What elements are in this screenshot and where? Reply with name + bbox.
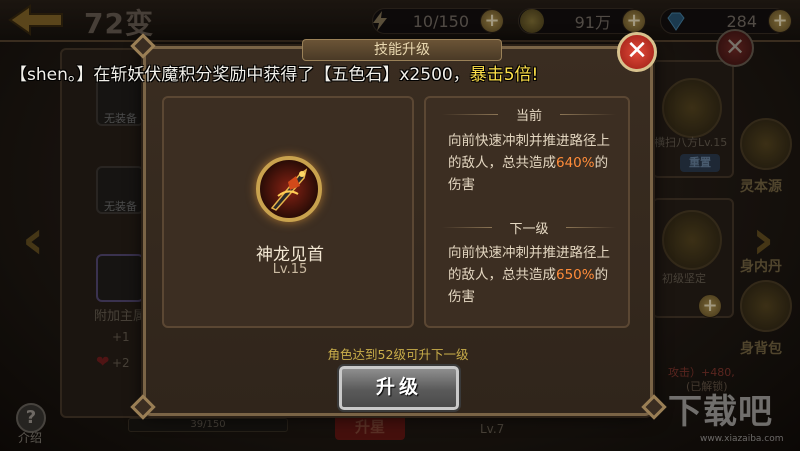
broadcast-part1: 【shen。】在斩妖伏魔积分奖励中获得了: [10, 65, 315, 85]
watermark-logo: 下载吧: [668, 392, 773, 432]
upgrade-button[interactable]: 升级: [339, 366, 459, 410]
game-screen: 72变 10/150 + 91万 + 284 + 无装备 无装备 附加主属 +1…: [0, 0, 800, 451]
broadcast-crit: 暴击5倍!: [469, 65, 539, 85]
skill-level: Lv.15: [272, 262, 308, 277]
skill-info-panel: 神龙见首 Lv.15: [162, 96, 414, 328]
current-effect-text: 向前快速冲刺并推进路径上的敌人，总共造成640%的伤害: [448, 133, 610, 193]
dragon-skill-icon: [256, 156, 322, 222]
current-damage-value: 640: [556, 155, 582, 171]
current-level-heading: 当前: [515, 109, 542, 124]
next-damage-value: 650: [556, 267, 582, 283]
next-level-heading: 下一级: [509, 222, 549, 237]
next-effect-text: 向前快速冲刺并推进路径上的敌人，总共造成650%的伤害: [448, 245, 610, 305]
system-broadcast: 【shen。】在斩妖伏魔积分奖励中获得了【五色石】x2500，暴击5倍!: [10, 60, 770, 88]
broadcast-item: 【五色石】: [314, 65, 400, 85]
broadcast-part2: x2500，: [399, 65, 470, 85]
skill-description-panel: 当前 向前快速冲刺并推进路径上的敌人，总共造成640%的伤害 下一级 向前快速冲…: [424, 96, 630, 328]
dialog-title: 技能升级: [302, 39, 502, 61]
watermark-url: www.xiazaiba.com: [700, 434, 784, 444]
requirement-text: 角色达到52级可升下一级: [327, 347, 469, 362]
